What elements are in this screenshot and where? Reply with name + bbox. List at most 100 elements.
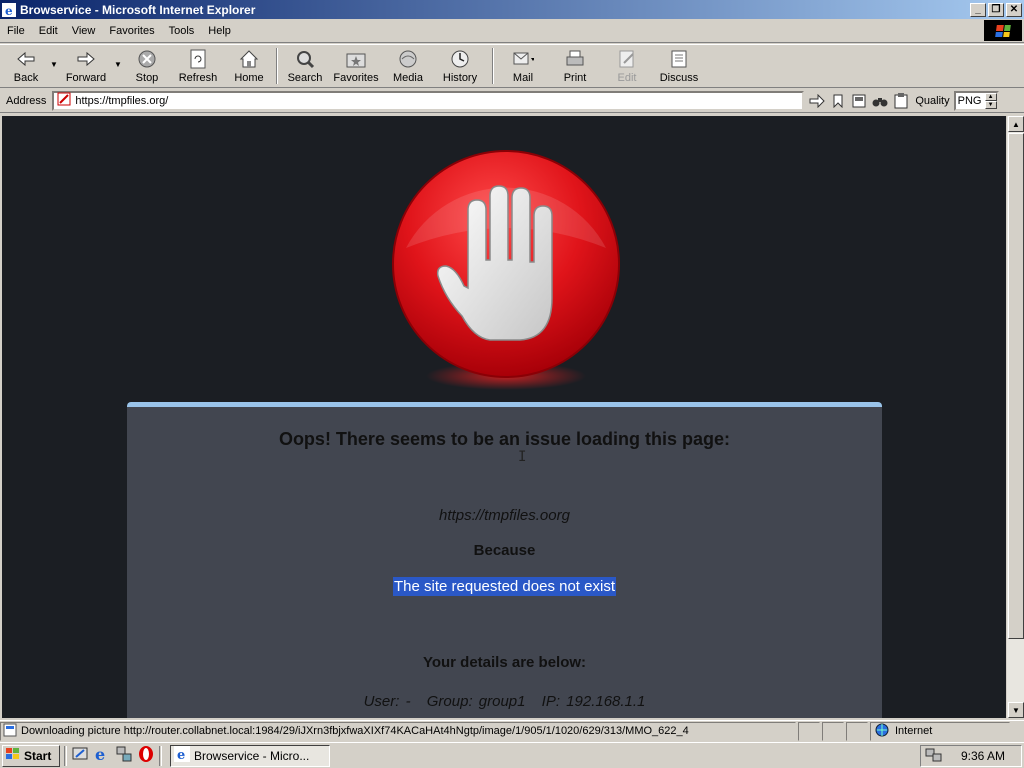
page-icon bbox=[57, 92, 71, 109]
toolbar-separator bbox=[492, 48, 494, 84]
go-arrow-icon[interactable] bbox=[808, 92, 825, 109]
refresh-button[interactable]: Refresh bbox=[170, 48, 226, 86]
find-binoculars-icon[interactable] bbox=[871, 92, 888, 109]
forward-arrow-icon bbox=[75, 48, 97, 70]
bookmark-icon[interactable] bbox=[829, 92, 846, 109]
status-cell bbox=[822, 721, 844, 741]
status-cell bbox=[798, 721, 820, 741]
search-icon bbox=[294, 48, 316, 70]
error-reason: The site requested does not exist bbox=[127, 577, 882, 596]
menu-bar: File Edit View Favorites Tools Help bbox=[0, 19, 1024, 43]
network-icon[interactable] bbox=[115, 745, 133, 766]
print-icon bbox=[564, 48, 586, 70]
back-dropdown-icon[interactable]: ▼ bbox=[48, 60, 60, 69]
opera-icon[interactable] bbox=[137, 745, 155, 766]
error-card: Oops! There seems to be an issue loading… bbox=[127, 402, 882, 718]
svg-text:e: e bbox=[177, 748, 185, 762]
stop-icon bbox=[136, 48, 158, 70]
scroll-down-button[interactable]: ▼ bbox=[1008, 702, 1024, 718]
group-value: Group: group1 bbox=[426, 693, 526, 710]
save-page-icon[interactable] bbox=[850, 92, 867, 109]
stop-hand-icon bbox=[390, 148, 622, 398]
menu-file[interactable]: File bbox=[0, 25, 32, 37]
vertical-scrollbar[interactable]: ▲ ▼ bbox=[1006, 116, 1024, 718]
status-text-panel: Downloading picture http://router.collab… bbox=[0, 721, 796, 741]
svg-text:e: e bbox=[5, 4, 13, 17]
taskbar-divider bbox=[159, 745, 162, 766]
quality-label: Quality bbox=[915, 94, 950, 107]
stop-button[interactable]: Stop bbox=[124, 48, 170, 86]
back-button[interactable]: Back bbox=[4, 48, 48, 86]
menu-tools[interactable]: Tools bbox=[162, 25, 202, 37]
mail-button[interactable]: Mail bbox=[498, 48, 548, 86]
user-details: User: - Group: group1 IP: 192.168.1.1 bbox=[127, 693, 882, 710]
status-text: Downloading picture http://router.collab… bbox=[21, 725, 689, 737]
scroll-thumb[interactable] bbox=[1008, 133, 1024, 639]
security-zone: Internet bbox=[870, 721, 1010, 741]
toolbar: Back ▼ Forward ▼ Stop Refresh Home Searc… bbox=[0, 44, 1024, 88]
discuss-icon bbox=[668, 48, 690, 70]
forward-button[interactable]: Forward bbox=[60, 48, 112, 86]
quality-spinner[interactable]: ▲ ▼ bbox=[984, 92, 997, 109]
edit-icon bbox=[616, 48, 638, 70]
address-input[interactable]: https://tmpfiles.org/ bbox=[52, 90, 805, 111]
window-title: Browservice - Microsoft Internet Explore… bbox=[20, 2, 256, 17]
scroll-up-button[interactable]: ▲ bbox=[1008, 116, 1024, 132]
details-heading: Your details are below: bbox=[422, 654, 587, 671]
user-value: User: - bbox=[363, 693, 411, 710]
restore-button[interactable]: ❐ bbox=[988, 2, 1004, 17]
close-button[interactable]: ✕ bbox=[1006, 2, 1022, 17]
because-label: Because bbox=[473, 542, 536, 559]
print-button[interactable]: Print bbox=[548, 48, 602, 86]
quality-select[interactable]: PNG ▲ ▼ bbox=[953, 90, 999, 111]
edit-button[interactable]: Edit bbox=[602, 48, 652, 86]
menu-help[interactable]: Help bbox=[201, 25, 238, 37]
media-button[interactable]: Media bbox=[384, 48, 432, 86]
search-button[interactable]: Search bbox=[282, 48, 328, 86]
menu-favorites[interactable]: Favorites bbox=[102, 25, 161, 37]
back-arrow-icon bbox=[15, 48, 37, 70]
favorites-icon bbox=[345, 48, 367, 70]
show-desktop-icon[interactable] bbox=[71, 745, 89, 766]
menu-edit[interactable]: Edit bbox=[32, 25, 65, 37]
ie-quicklaunch-icon[interactable]: e bbox=[93, 745, 111, 766]
windows-flag-icon bbox=[5, 747, 21, 764]
quick-launch: e bbox=[71, 745, 155, 766]
error-reason-text: The site requested does not exist bbox=[393, 577, 616, 596]
taskbar-browservice-window[interactable]: e Browservice - Micro... bbox=[170, 744, 330, 767]
status-cell bbox=[846, 721, 868, 741]
page-content: Oops! There seems to be an issue loading… bbox=[2, 116, 1006, 718]
address-url: https://tmpfiles.org/ bbox=[75, 94, 169, 107]
status-bar: Downloading picture http://router.collab… bbox=[0, 720, 1024, 741]
forward-dropdown-icon[interactable]: ▼ bbox=[112, 60, 124, 69]
history-button[interactable]: History bbox=[432, 48, 488, 86]
toolbar-separator bbox=[276, 48, 278, 84]
text-cursor-icon: I bbox=[518, 449, 527, 465]
minimize-button[interactable]: _ bbox=[970, 2, 986, 17]
globe-icon bbox=[875, 723, 889, 740]
error-title: Oops! There seems to be an issue loading… bbox=[278, 429, 731, 449]
system-tray: 9:36 AM bbox=[920, 745, 1022, 767]
clock[interactable]: 9:36 AM bbox=[961, 749, 1005, 763]
error-url: https://tmpfiles.oorg bbox=[439, 507, 570, 524]
start-button[interactable]: Start bbox=[2, 744, 60, 767]
taskbar-divider bbox=[64, 745, 67, 766]
zone-label: Internet bbox=[895, 725, 933, 737]
menu-view[interactable]: View bbox=[65, 25, 103, 37]
home-button[interactable]: Home bbox=[226, 48, 272, 86]
taskbar: Start e e Browservice - Micro... 9:36 AM bbox=[0, 742, 1024, 768]
title-bar: e Browservice - Microsoft Internet Explo… bbox=[0, 0, 1024, 19]
page-loading-icon bbox=[3, 723, 17, 740]
media-icon bbox=[397, 48, 419, 70]
svg-text:e: e bbox=[95, 745, 105, 763]
ie-task-icon: e bbox=[174, 746, 190, 765]
history-icon bbox=[449, 48, 471, 70]
address-label: Address bbox=[6, 94, 47, 107]
favorites-button[interactable]: Favorites bbox=[328, 48, 384, 86]
clipboard-icon[interactable] bbox=[892, 92, 909, 109]
discuss-button[interactable]: Discuss bbox=[652, 48, 706, 86]
ie-icon: e bbox=[2, 2, 16, 18]
network-tray-icon[interactable] bbox=[925, 747, 943, 766]
mail-icon bbox=[512, 48, 534, 70]
quality-value: PNG bbox=[957, 94, 982, 107]
